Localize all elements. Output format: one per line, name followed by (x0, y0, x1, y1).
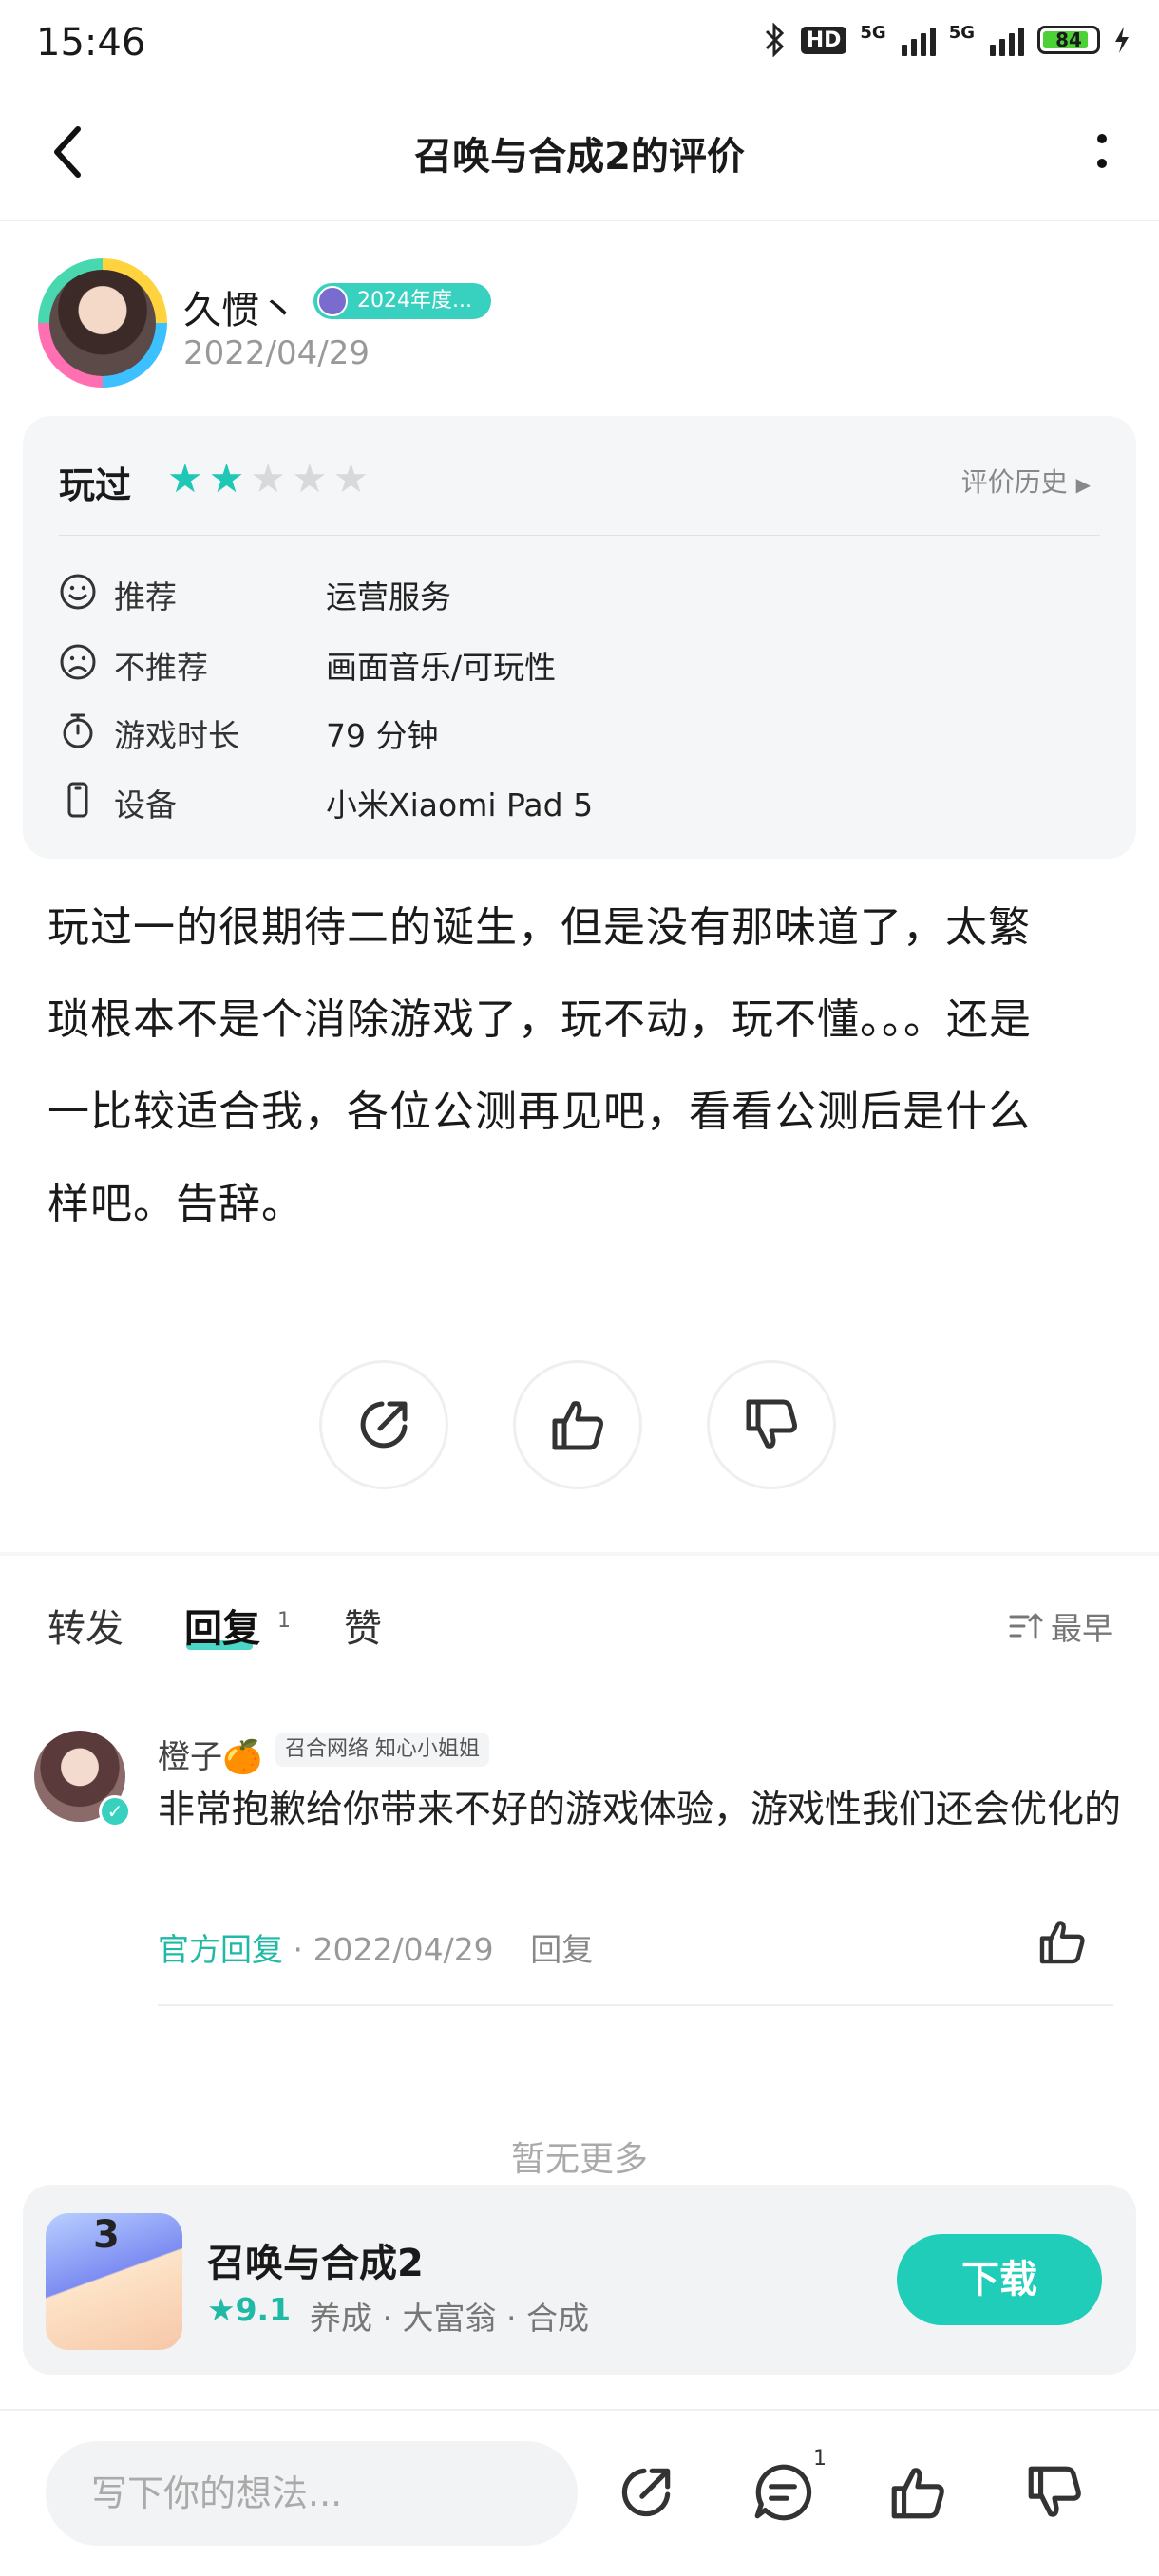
sort-icon (1009, 1613, 1043, 1639)
thumbs-up-icon (552, 1401, 603, 1450)
card-divider (59, 535, 1100, 536)
network-type-2: 5G (948, 23, 975, 43)
star-rating: ★ ★ ★ ★ ★ (167, 456, 369, 502)
share-icon (360, 1401, 408, 1449)
share-button[interactable] (319, 1360, 448, 1489)
star-icon: ★ (208, 455, 245, 502)
comment-icon (754, 2464, 812, 2521)
review-line: 玩过一的很期待二的诞生，但是没有那味道了，太繁 (48, 903, 1031, 952)
author-name[interactable]: 久惯丶 (183, 279, 297, 334)
review-line: 样吧。告辞。 (48, 1180, 304, 1228)
star-icon: ★ (332, 455, 370, 502)
section-divider (0, 1552, 1159, 1556)
network-type: 5G (860, 23, 886, 43)
year-badge-label: 2024年度... (357, 289, 472, 313)
bottom-comment-button[interactable] (745, 2454, 821, 2530)
stopwatch-icon (63, 713, 93, 748)
device-label: 设备 (114, 786, 177, 824)
playtime-label: 游戏时长 (114, 717, 239, 754)
thumbs-up-icon (891, 2468, 944, 2519)
recommend-value: 运营服务 (326, 578, 451, 616)
star-icon: ★ (250, 455, 286, 502)
no-more-label: 暂无更多 (510, 2140, 648, 2179)
charging-icon (1115, 27, 1129, 53)
reply-meta: 官方回复 · 2022/04/29 回复 (158, 1924, 593, 1970)
reply-date: · 2022/04/29 (293, 1931, 494, 1968)
app-tags: 养成 · 大富翁 · 合成 (310, 2300, 589, 2337)
triangle-right-icon: ▶ (1075, 473, 1091, 496)
phone-icon (67, 782, 88, 818)
reply-author-tag: 召合网络 知心小姐姐 (276, 1733, 489, 1767)
sort-button[interactable]: 最早 (1009, 1603, 1113, 1649)
status-icons: HD 5G 5G 84 (763, 23, 1130, 57)
not-recommend-value: 画面音乐/可玩性 (326, 649, 557, 686)
bottom-dislike-button[interactable] (1016, 2454, 1092, 2530)
reply-like-button[interactable] (1036, 1915, 1089, 1972)
reply-tab-count: 1 (277, 1609, 291, 1633)
post-date: 2022/04/29 (183, 334, 370, 372)
bottom-divider (0, 2409, 1159, 2411)
review-line: 琐根本不是个消除游戏了，玩不动，玩不懂。。。还是 (48, 995, 1032, 1044)
more-vertical-icon (1097, 134, 1107, 168)
thumbs-down-icon (1028, 2466, 1081, 2517)
reply-divider (158, 2004, 1113, 2006)
share-icon (621, 2468, 671, 2517)
download-button[interactable]: 下载 (897, 2234, 1102, 2325)
comment-input[interactable]: 写下你的想法... (46, 2441, 578, 2546)
header-divider (0, 220, 1159, 221)
tab-like[interactable]: 赞 (344, 1598, 382, 1653)
review-history-label: 评价历史 (960, 466, 1068, 498)
year-badge[interactable]: 2024年度... (314, 283, 491, 319)
reply-author-name[interactable]: 橙子🍊 (158, 1731, 262, 1777)
sort-label: 最早 (1051, 1610, 1113, 1647)
review-line: 一比较适合我，各位公测再见吧，看看公测后是什么 (48, 1088, 1031, 1136)
verified-icon: ✓ (99, 1795, 131, 1828)
tab-forward[interactable]: 转发 (48, 1598, 124, 1653)
played-label: 玩过 (59, 464, 132, 506)
recommend-label: 推荐 (114, 578, 177, 616)
star-icon: ★ (291, 455, 328, 502)
tab-reply[interactable]: 回复 (184, 1598, 260, 1653)
playtime-value: 79 分钟 (326, 717, 439, 754)
app-icon[interactable]: 3 (46, 2213, 182, 2350)
dislike-button[interactable] (707, 1360, 836, 1489)
comment-count: 1 (813, 2447, 826, 2471)
reply-text: 非常抱歉给你带来不好的游戏体验，游戏性我们还会优化的 (158, 1789, 1122, 1831)
app-rating-value: 9.1 (235, 2291, 292, 2328)
thumbs-up-icon (1039, 1921, 1085, 1964)
app-name[interactable]: 召唤与合成2 (207, 2232, 424, 2287)
bottom-share-button[interactable] (608, 2454, 684, 2530)
not-recommend-label: 不推荐 (114, 649, 208, 686)
reply-action-button[interactable]: 回复 (530, 1931, 593, 1968)
like-button[interactable] (513, 1360, 642, 1489)
frown-icon (60, 644, 96, 680)
thumbs-down-icon (746, 1399, 797, 1449)
signal-icon (901, 24, 936, 56)
bottom-like-button[interactable] (880, 2454, 956, 2530)
bluetooth-icon (765, 23, 784, 57)
smile-icon (60, 574, 96, 610)
app-icon-number: 3 (93, 2213, 120, 2257)
avatar[interactable] (38, 258, 167, 388)
review-history-link[interactable]: 评价历史 ▶ (961, 462, 1091, 500)
status-time: 15:46 (36, 21, 146, 65)
signal-icon-2 (990, 24, 1024, 56)
page-title: 召唤与合成2的评价 (414, 135, 745, 179)
badge-icon (317, 286, 348, 316)
battery-level: 84 (1055, 28, 1082, 51)
device-value: 小米Xiaomi Pad 5 (326, 786, 594, 824)
battery-icon: 84 (1037, 26, 1100, 54)
review-text: 玩过一的很期待二的诞生，但是没有那味道了，太繁 琐根本不是个消除游戏了，玩不动，… (48, 881, 1112, 1250)
hd-icon: HD (800, 26, 847, 54)
more-button[interactable] (1092, 131, 1112, 177)
star-icon: ★ (207, 2291, 236, 2328)
star-icon: ★ (167, 455, 203, 502)
official-reply-label: 官方回复 (158, 1931, 283, 1968)
app-rating: ★9.1 (207, 2291, 291, 2328)
